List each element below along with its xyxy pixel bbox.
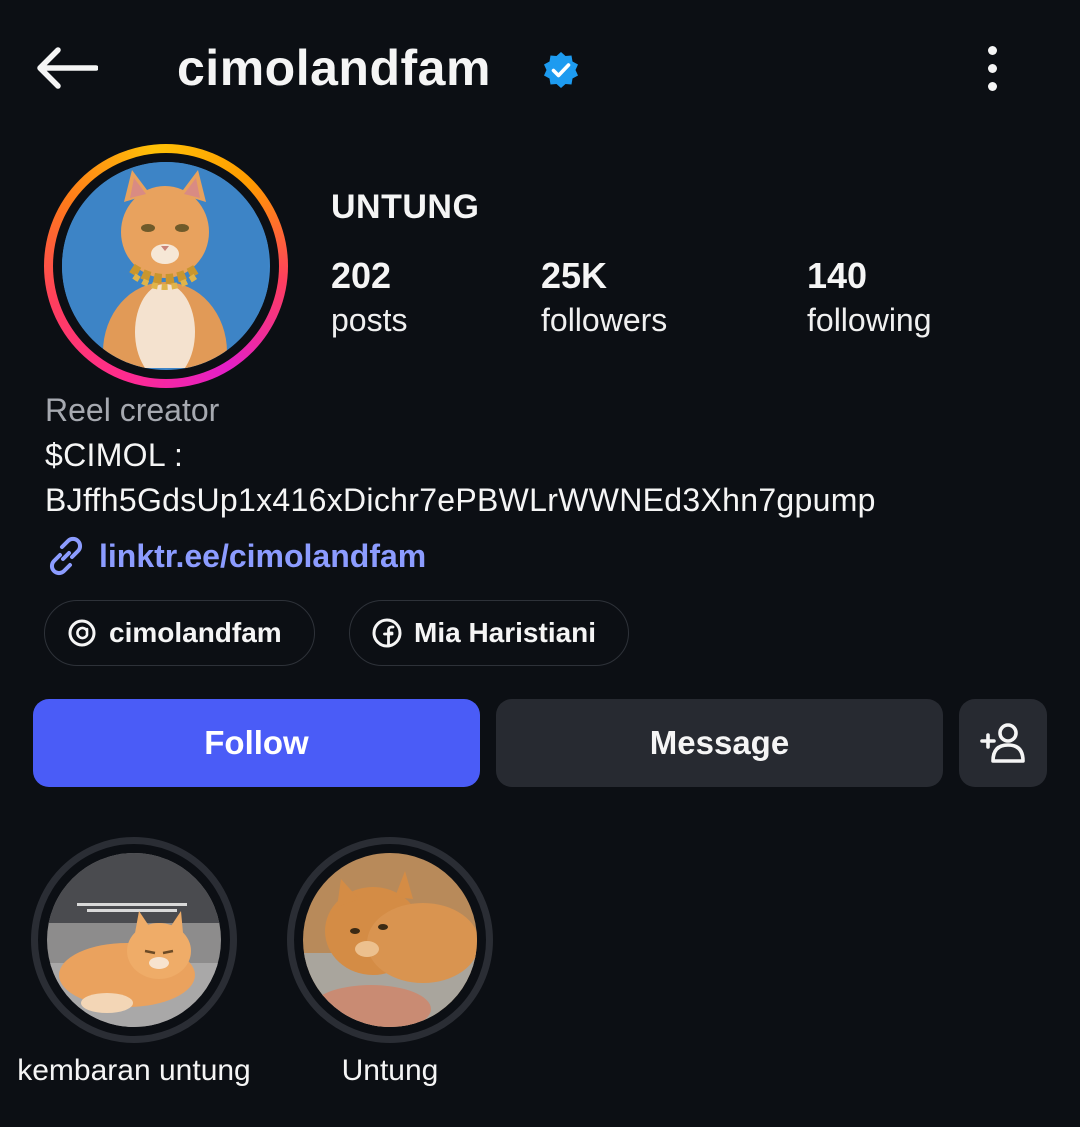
avatar-gap	[53, 153, 279, 379]
highlight-cat-lying-image	[47, 853, 221, 1027]
highlight-cat-image	[303, 853, 477, 1027]
posts-stat[interactable]: 202 posts	[331, 254, 407, 342]
arrow-left-icon	[37, 47, 98, 89]
display-name: UNTUNG	[331, 188, 480, 226]
posts-label: posts	[331, 302, 408, 338]
cat-avatar-illustration	[62, 162, 268, 370]
more-dot	[987, 63, 997, 73]
followers-stat[interactable]: 25K followers	[541, 254, 667, 342]
posts-count: 202	[331, 255, 392, 296]
profile-link-text: linktr.ee/cimolandfam	[99, 538, 427, 574]
bio-line-2: BJffh5GdsUp1x416xDichr7ePBWLrWWNEd3Xhn7g…	[45, 482, 876, 518]
threads-chip-label: cimolandfam	[109, 617, 282, 648]
profile-avatar[interactable]	[44, 144, 288, 388]
highlight-ring	[31, 837, 237, 1043]
avatar-image	[62, 162, 270, 370]
more-options-button[interactable]	[968, 40, 1016, 96]
highlight-label: kembaran untung	[17, 1054, 251, 1087]
highlight-label: Untung	[341, 1054, 439, 1087]
threads-icon	[68, 619, 96, 647]
profile-page: cimolandfam UNTUNG 202 posts 25K followe…	[0, 0, 1080, 1127]
profile-username: cimolandfam	[177, 40, 491, 96]
add-user-icon	[980, 723, 1025, 763]
followers-label: followers	[541, 302, 668, 338]
highlight-image	[47, 853, 221, 1027]
profile-category: Reel creator	[45, 392, 220, 428]
back-button[interactable]	[30, 40, 102, 96]
followers-count: 25K	[541, 255, 608, 296]
threads-chip[interactable]: cimolandfam	[44, 600, 315, 666]
more-dot	[987, 81, 997, 91]
link-icon	[49, 536, 83, 576]
message-button[interactable]: Message	[496, 699, 943, 787]
facebook-icon	[372, 618, 402, 648]
follow-button[interactable]: Follow	[33, 699, 480, 787]
add-user-button[interactable]	[959, 699, 1047, 787]
highlight-ring	[287, 837, 493, 1043]
profile-link[interactable]: linktr.ee/cimolandfam	[45, 534, 426, 578]
facebook-chip[interactable]: Mia Haristiani	[349, 600, 630, 666]
more-vertical-icon	[987, 45, 997, 55]
facebook-chip-label: Mia Haristiani	[414, 617, 597, 648]
following-label: following	[807, 302, 932, 338]
verified-badge-icon	[544, 52, 578, 88]
following-stat[interactable]: 140 following	[807, 254, 932, 342]
highlight-image	[303, 853, 477, 1027]
highlight-item[interactable]: Untung	[287, 837, 493, 1087]
following-count: 140	[807, 255, 868, 296]
highlight-item[interactable]: kembaran untung	[17, 837, 251, 1087]
bio-line-1: $CIMOL :	[45, 437, 184, 473]
